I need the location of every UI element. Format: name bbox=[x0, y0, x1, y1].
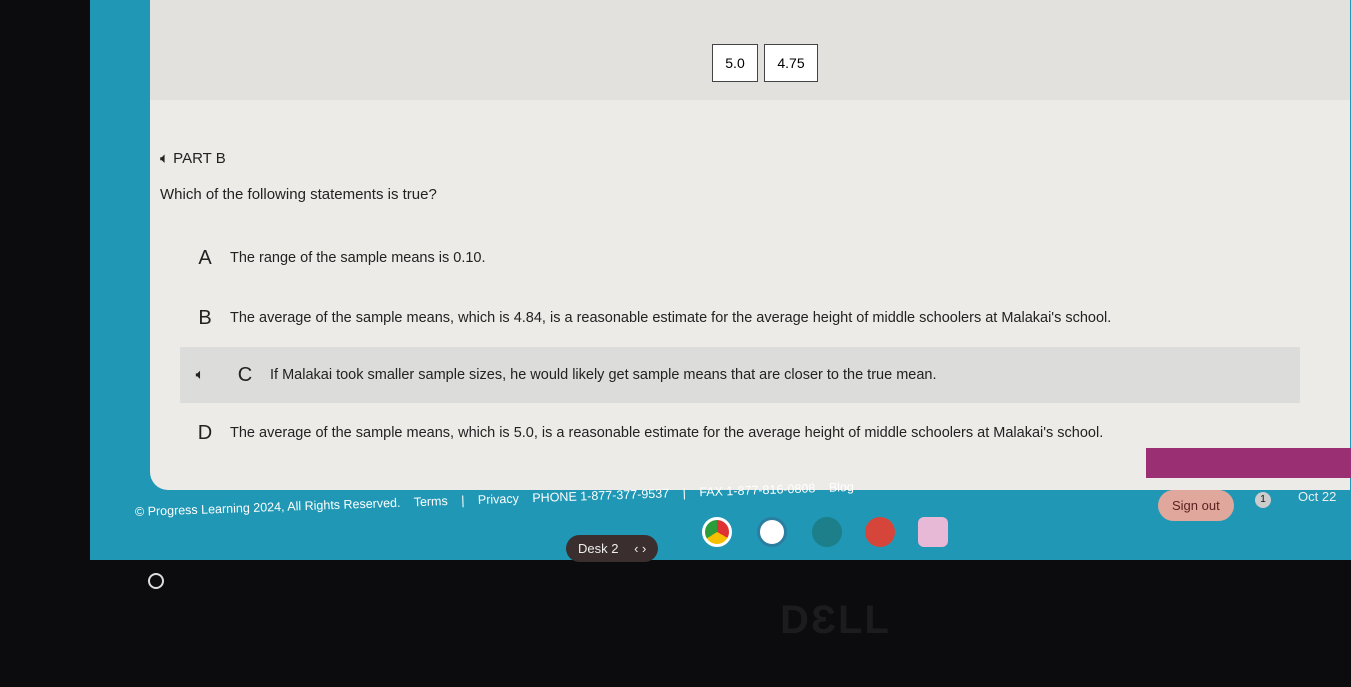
option-b[interactable]: B The average of the sample means, which … bbox=[180, 290, 1111, 346]
question-text: Which of the following statements is tru… bbox=[160, 186, 437, 203]
speaker-icon[interactable]: 🔈︎ bbox=[180, 367, 220, 383]
part-heading: 🔈︎ PART B bbox=[160, 150, 226, 167]
privacy-link[interactable]: Privacy bbox=[478, 492, 519, 507]
launcher-icon[interactable] bbox=[148, 573, 164, 589]
option-text: The range of the sample means is 0.10. bbox=[230, 250, 486, 266]
speaker-icon[interactable]: 🔈︎ bbox=[160, 150, 173, 167]
option-text: If Malakai took smaller sample sizes, he… bbox=[270, 367, 937, 383]
copyright: © Progress Learning 2024, All Rights Res… bbox=[134, 495, 401, 519]
part-label: PART B bbox=[173, 150, 226, 167]
desk-nav-arrows[interactable]: ‹ › bbox=[634, 541, 646, 556]
separator: | bbox=[682, 485, 687, 500]
canvas-app-icon[interactable] bbox=[918, 517, 948, 547]
terms-link[interactable]: Terms bbox=[413, 494, 447, 509]
chrome-icon[interactable] bbox=[702, 517, 732, 547]
option-d[interactable]: D The average of the sample means, which … bbox=[180, 405, 1103, 461]
notification-badge[interactable]: 1 bbox=[1255, 492, 1271, 508]
value-box: 5.0 bbox=[712, 44, 758, 82]
dell-logo: DƐLL bbox=[780, 598, 891, 642]
option-letter: B bbox=[198, 306, 212, 329]
value-box: 4.75 bbox=[764, 44, 818, 82]
answer-values-band: 5.0 4.75 bbox=[150, 0, 1350, 100]
sign-out-button[interactable]: Sign out bbox=[1158, 490, 1234, 521]
desk-label: Desk 2 bbox=[578, 541, 619, 556]
option-letter: A bbox=[198, 246, 212, 269]
option-text: The average of the sample means, which i… bbox=[230, 310, 1112, 326]
fax: FAX 1-877-816-0808 bbox=[699, 481, 816, 500]
question-card: 5.0 4.75 🔈︎ PART B Which of the followin… bbox=[150, 0, 1350, 490]
app-icon[interactable] bbox=[757, 517, 787, 547]
desk-switcher[interactable]: Desk 2 ‹ › bbox=[566, 535, 659, 562]
option-c[interactable]: 🔈︎ C If Malakai took smaller sample sizes,… bbox=[180, 347, 1300, 403]
option-a[interactable]: A The range of the sample means is 0.10. bbox=[180, 230, 486, 286]
magenta-band bbox=[1146, 448, 1351, 478]
browser-screen: 5.0 4.75 🔈︎ PART B Which of the followin… bbox=[90, 0, 1351, 560]
option-letter: C bbox=[237, 363, 253, 386]
blog-link[interactable]: Blog bbox=[829, 480, 855, 495]
separator: | bbox=[460, 493, 465, 508]
option-letter: D bbox=[197, 421, 213, 444]
option-text: The average of the sample means, which i… bbox=[230, 425, 1104, 441]
classroom-app-icon[interactable] bbox=[812, 517, 842, 547]
paint-app-icon[interactable] bbox=[865, 517, 895, 547]
date[interactable]: Oct 22 bbox=[1298, 489, 1336, 504]
